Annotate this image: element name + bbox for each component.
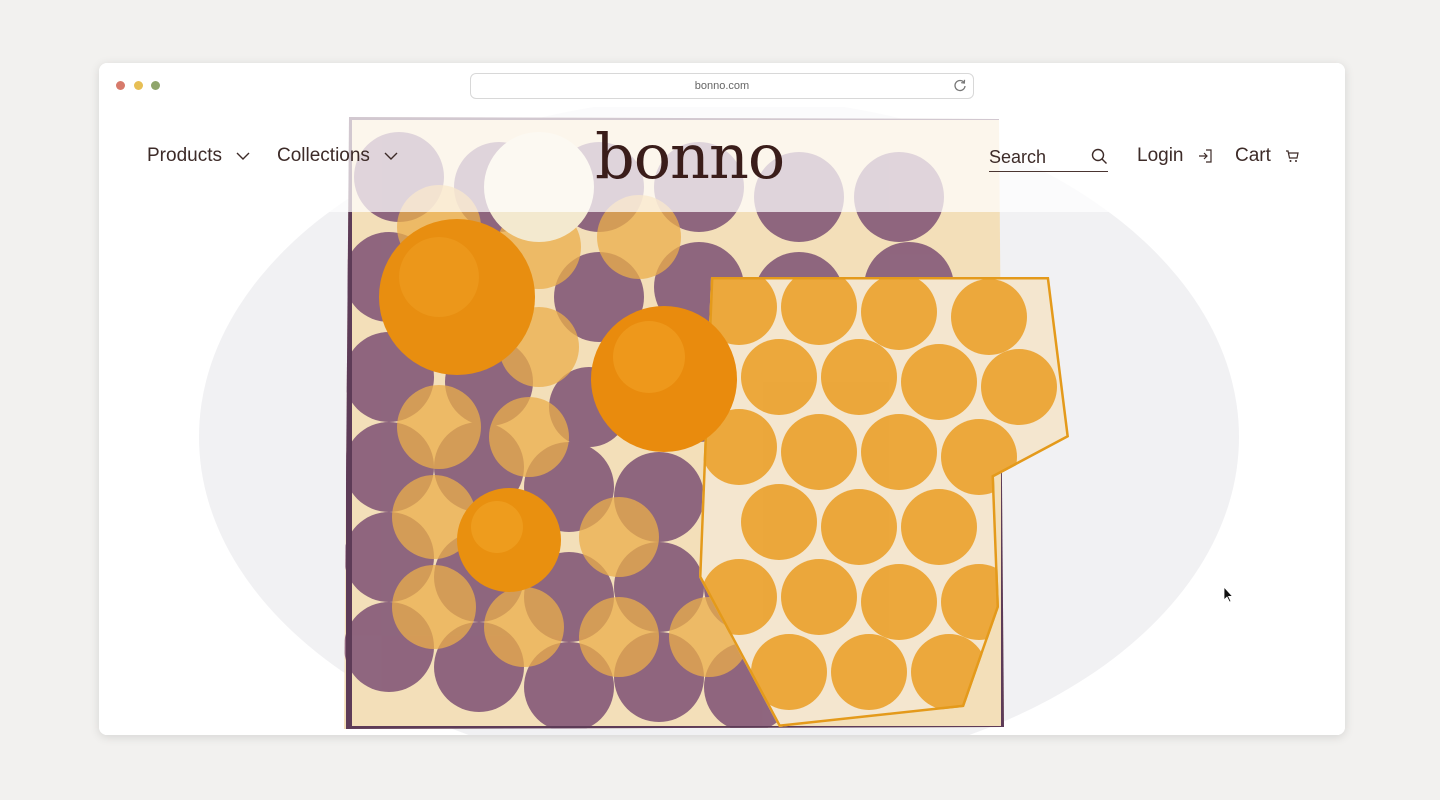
login-arrow-icon: [1198, 149, 1212, 163]
mouse-cursor-icon: [1224, 587, 1234, 603]
login-label: Login: [1137, 145, 1184, 166]
browser-chrome: bonno.com: [99, 63, 1345, 107]
nav-collections-label: Collections: [277, 145, 370, 166]
cart-label: Cart: [1235, 145, 1271, 166]
nav-products[interactable]: Products: [147, 145, 250, 167]
login-link[interactable]: Login: [1137, 145, 1212, 167]
brand-logo[interactable]: bonno: [595, 125, 795, 189]
address-text: bonno.com: [694, 80, 750, 92]
chevron-down-icon: [384, 152, 398, 160]
close-window-dot[interactable]: [116, 81, 125, 90]
search-placeholder: Search: [989, 146, 1047, 167]
search-icon[interactable]: [1091, 148, 1108, 165]
cart-icon: [1285, 150, 1299, 162]
search-input[interactable]: Search: [989, 143, 1108, 172]
minimize-window-dot[interactable]: [134, 81, 143, 90]
browser-window: bonno.com Products Collections bonno Sea…: [99, 63, 1345, 735]
address-bar[interactable]: bonno.com: [470, 73, 974, 99]
site-header: Products Collections bonno Search Login: [99, 107, 1345, 212]
reload-icon[interactable]: [953, 78, 967, 92]
nav-products-label: Products: [147, 145, 222, 166]
maximize-window-dot[interactable]: [151, 81, 160, 90]
cart-link[interactable]: Cart: [1235, 145, 1299, 167]
chevron-down-icon: [236, 152, 250, 160]
nav-collections[interactable]: Collections: [277, 145, 398, 167]
